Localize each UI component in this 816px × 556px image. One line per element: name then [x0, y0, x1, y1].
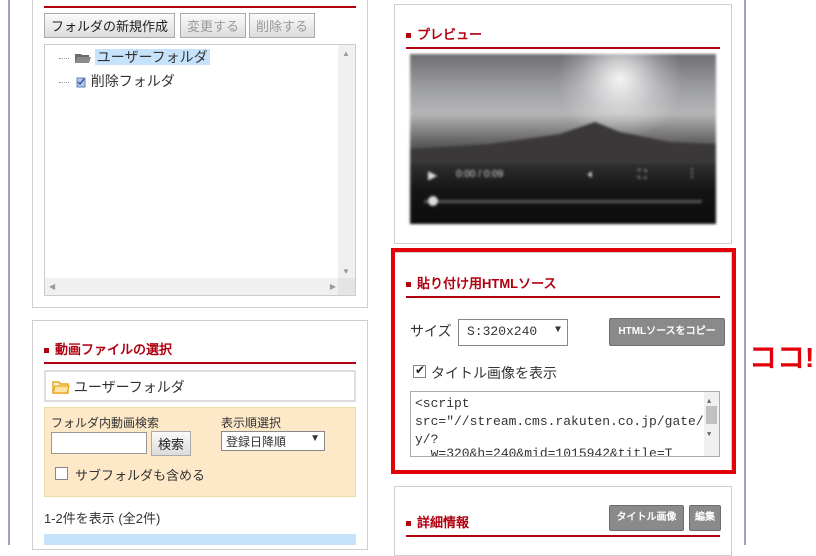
tree-item-user-folder[interactable]: ユーザーフォルダ	[59, 47, 210, 67]
delete-folder-button[interactable]: 削除する	[249, 13, 316, 38]
folder-panel-rule	[44, 6, 356, 8]
result-count: 1-2件を表示 (全2件)	[44, 511, 161, 526]
title-bullet	[406, 521, 411, 527]
check-icon: ✔	[415, 363, 426, 377]
video-time: 0:00 / 0:09	[456, 169, 504, 180]
size-select-value: S:320x240	[467, 324, 538, 339]
chevron-down-icon: ▼	[310, 433, 320, 444]
size-label: サイズ	[410, 323, 452, 339]
folder-icon	[52, 381, 70, 394]
mountain-silhouette	[410, 122, 716, 164]
tree-connector	[59, 81, 69, 83]
current-folder-box: ユーザーフォルダ	[44, 370, 356, 402]
trash-folder-icon	[76, 77, 86, 88]
search-label: フォルダ内動画検索	[51, 416, 160, 430]
current-folder-name: ユーザーフォルダ	[73, 379, 185, 395]
more-icon[interactable]: ⋮	[686, 166, 698, 180]
new-folder-button[interactable]: フォルダの新規作成	[44, 13, 176, 38]
search-input[interactable]	[51, 432, 147, 454]
edit-button[interactable]: 編集	[689, 505, 721, 531]
source-line: w=320&h=240&mid=1015942&title=T	[415, 446, 673, 457]
sort-label: 表示順選択	[221, 416, 282, 430]
preview-video-player[interactable]: ▶ 0:00 / 0:09 🔈︎ ⛶ ⋮	[410, 54, 716, 224]
show-title-label: タイトル画像を表示	[431, 365, 557, 381]
scroll-thumb[interactable]	[706, 406, 717, 424]
embed-title: 貼り付け用HTMLソース	[406, 273, 720, 298]
html-source-textarea[interactable]: <script src="//stream.cms.rakuten.co.jp/g…	[410, 391, 720, 457]
tree-item-label: 削除フォルダ	[90, 73, 175, 89]
seek-handle[interactable]	[428, 196, 438, 206]
size-select[interactable]: S:320x240 ▼	[458, 319, 568, 346]
volume-icon[interactable]: 🔈︎	[588, 167, 595, 182]
search-area: フォルダ内動画検索 検索 表示順選択 登録日降順 ▼ サブフォルダも含める	[44, 407, 356, 497]
seek-bar[interactable]	[424, 200, 702, 203]
scroll-left-icon[interactable]: ◀	[49, 282, 55, 291]
title-bullet	[406, 33, 411, 39]
video-select-title: 動画ファイルの選択	[44, 339, 356, 364]
sort-select-value: 登録日降順	[226, 435, 287, 449]
scroll-up-icon[interactable]: ▲	[342, 49, 350, 58]
tree-item-deleted-folder[interactable]: 削除フォルダ	[59, 71, 175, 91]
include-subfolders-checkbox[interactable]	[55, 467, 68, 480]
textarea-scrollbar[interactable]: ▲ ▼	[704, 392, 719, 456]
rename-folder-button[interactable]: 変更する	[180, 13, 247, 38]
include-subfolders-label: サブフォルダも含める	[75, 468, 206, 483]
koko-annotation: ココ!	[749, 342, 815, 373]
video-list-item[interactable]	[44, 534, 356, 545]
scrollbar-corner	[338, 278, 355, 295]
folder-open-icon	[74, 54, 91, 64]
chevron-down-icon: ▼	[554, 325, 561, 336]
source-line: <script	[415, 396, 470, 411]
search-button[interactable]: 検索	[151, 431, 192, 456]
tree-vertical-scrollbar[interactable]: ▲ ▼	[338, 45, 355, 280]
tree-connector	[59, 57, 69, 59]
tree-item-label: ユーザーフォルダ	[94, 49, 210, 65]
show-title-checkbox[interactable]: ✔	[413, 363, 426, 378]
title-image-button[interactable]: タイトル画像	[609, 505, 684, 531]
folder-tree: ユーザーフォルダ 削除フォルダ ▲ ▼ ◀ ▶	[44, 44, 356, 296]
source-line: src="//stream.cms.rakuten.co.jp/gate/pla	[415, 414, 720, 429]
scroll-right-icon[interactable]: ▶	[330, 282, 336, 291]
title-bullet	[406, 282, 411, 288]
fullscreen-icon[interactable]: ⛶	[638, 167, 646, 182]
play-icon[interactable]: ▶	[428, 168, 437, 182]
sort-select[interactable]: 登録日降順 ▼	[221, 431, 325, 451]
preview-title: プレビュー	[406, 24, 720, 49]
scroll-down-icon[interactable]: ▼	[707, 426, 711, 444]
copy-html-button[interactable]: HTMLソースをコピー	[609, 318, 725, 346]
title-bullet	[44, 348, 49, 354]
scroll-down-icon[interactable]: ▼	[342, 267, 350, 276]
tree-horizontal-scrollbar[interactable]: ◀ ▶	[45, 278, 340, 295]
